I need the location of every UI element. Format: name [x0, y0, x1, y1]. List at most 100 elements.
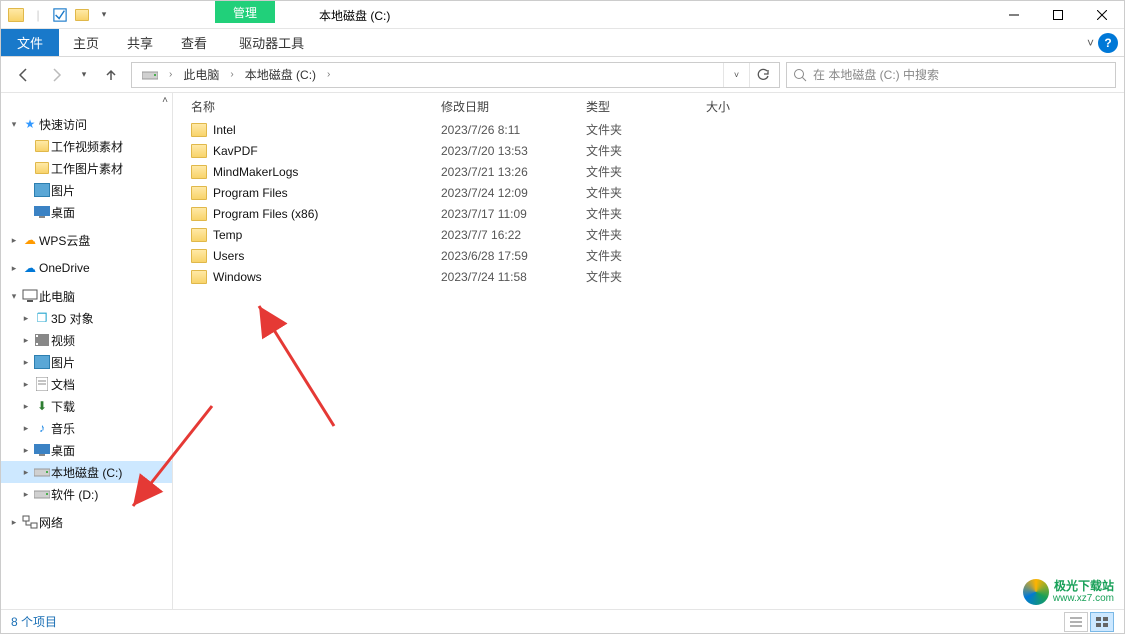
file-date: 2023/7/20 13:53 — [433, 144, 578, 158]
tree-arrow-icon[interactable]: ▸ — [19, 357, 33, 368]
file-list: 名称 修改日期 类型 大小 Intel2023/7/26 8:11文件夹 KavP… — [173, 93, 1124, 609]
sidebar-item-quick-access[interactable]: ▾★快速访问 — [1, 113, 172, 135]
close-button[interactable] — [1080, 1, 1124, 29]
address-dropdown-button[interactable]: ˅ — [723, 63, 749, 87]
chevron-right-icon[interactable]: › — [166, 69, 175, 80]
tree-arrow-icon[interactable]: ▸ — [19, 379, 33, 390]
sidebar-item-downloads[interactable]: ▸⬇下载 — [1, 395, 172, 417]
tree-arrow-icon[interactable]: ▸ — [19, 445, 33, 456]
up-button[interactable] — [97, 62, 125, 88]
sidebar-item-3d-objects[interactable]: ▸❒3D 对象 — [1, 307, 172, 329]
chevron-right-icon[interactable]: › — [227, 69, 236, 80]
view-details-button[interactable] — [1064, 612, 1088, 632]
tree-arrow-icon[interactable]: ▸ — [19, 401, 33, 412]
tree-item-icon — [33, 206, 51, 218]
tree-arrow-icon[interactable]: ▾ — [7, 291, 21, 302]
file-name: Program Files (x86) — [213, 207, 318, 221]
column-type[interactable]: 类型 — [578, 98, 698, 115]
tree-arrow-icon[interactable]: ▸ — [19, 423, 33, 434]
tree-arrow-icon[interactable]: ▸ — [7, 235, 21, 246]
sidebar-item-desktop[interactable]: 桌面 — [1, 201, 172, 223]
tree-arrow-icon[interactable]: ▸ — [19, 335, 33, 346]
table-row[interactable]: Windows2023/7/24 11:58文件夹 — [183, 266, 1124, 287]
tab-home[interactable]: 主页 — [59, 29, 113, 56]
column-name[interactable]: 名称 — [183, 98, 433, 115]
folder-icon — [191, 270, 207, 284]
tab-view[interactable]: 查看 — [167, 29, 221, 56]
table-row[interactable]: Program Files2023/7/24 12:09文件夹 — [183, 182, 1124, 203]
refresh-button[interactable] — [749, 63, 775, 87]
checkbox-icon[interactable] — [49, 4, 71, 26]
tree-arrow-icon[interactable]: ▸ — [19, 489, 33, 500]
tree-arrow-icon[interactable]: ▾ — [7, 119, 21, 130]
nav-collapse-icon[interactable]: ˄ — [162, 95, 168, 106]
file-name: MindMakerLogs — [213, 165, 298, 179]
forward-button[interactable] — [43, 62, 71, 88]
table-row[interactable]: Program Files (x86)2023/7/17 11:09文件夹 — [183, 203, 1124, 224]
breadcrumb-drive-c[interactable]: 本地磁盘 (C:) — [239, 63, 322, 87]
table-row[interactable]: MindMakerLogs2023/7/21 13:26文件夹 — [183, 161, 1124, 182]
tree-item-icon — [33, 377, 51, 391]
help-icon[interactable]: ? — [1098, 33, 1118, 53]
file-date: 2023/7/17 11:09 — [433, 207, 578, 221]
folder-icon — [191, 144, 207, 158]
tree-item-label: 快速访问 — [39, 116, 87, 133]
tree-item-icon — [33, 140, 51, 152]
sidebar-item-drive-d[interactable]: ▸软件 (D:) — [1, 483, 172, 505]
sidebar-item-work-images[interactable]: 工作图片素材 — [1, 157, 172, 179]
file-name: Intel — [213, 123, 236, 137]
tree-arrow-icon[interactable]: ▸ — [7, 263, 21, 274]
tree-arrow-icon[interactable]: ▸ — [19, 313, 33, 324]
maximize-button[interactable] — [1036, 1, 1080, 29]
window-controls — [992, 1, 1124, 29]
tree-arrow-icon[interactable]: ▸ — [7, 517, 21, 528]
tree-item-label: 音乐 — [51, 420, 75, 437]
qat-overflow-icon[interactable]: ▾ — [93, 4, 115, 26]
quick-access-toolbar: | ▾ — [1, 4, 119, 26]
tree-item-label: 文档 — [51, 376, 75, 393]
sidebar-item-this-pc[interactable]: ▾此电脑 — [1, 285, 172, 307]
tree-item-label: 3D 对象 — [51, 310, 94, 327]
sidebar-item-desktop-pc[interactable]: ▸桌面 — [1, 439, 172, 461]
tree-arrow-icon[interactable]: ▸ — [19, 467, 33, 478]
file-date: 2023/7/24 11:58 — [433, 270, 578, 284]
sidebar-item-documents[interactable]: ▸ 文档 — [1, 373, 172, 395]
sidebar-item-pictures[interactable]: 图片 — [1, 179, 172, 201]
sidebar-item-wps-cloud[interactable]: ▸☁WPS云盘 — [1, 229, 172, 251]
chevron-right-icon[interactable]: › — [324, 69, 333, 80]
ribbon-expand-icon[interactable]: ˅ — [1087, 36, 1094, 50]
body: ˄ ▾★快速访问工作视频素材工作图片素材图片桌面 ▸☁WPS云盘 ▸☁OneDriv… — [1, 93, 1124, 609]
column-date[interactable]: 修改日期 — [433, 98, 578, 115]
sidebar-item-onedrive[interactable]: ▸☁OneDrive — [1, 257, 172, 279]
tree-item-icon — [33, 467, 51, 477]
tab-drive-tools[interactable]: 驱动器工具 — [225, 29, 318, 56]
table-row[interactable]: KavPDF2023/7/20 13:53文件夹 — [183, 140, 1124, 161]
recent-locations-button[interactable]: ▾ — [77, 62, 91, 88]
sidebar-item-music[interactable]: ▸♪音乐 — [1, 417, 172, 439]
file-tab[interactable]: 文件 — [1, 29, 59, 56]
sidebar-item-work-video[interactable]: 工作视频素材 — [1, 135, 172, 157]
table-row[interactable]: Intel2023/7/26 8:11文件夹 — [183, 119, 1124, 140]
minimize-button[interactable] — [992, 1, 1036, 29]
view-large-icons-button[interactable] — [1090, 612, 1114, 632]
ribbon-context-tab[interactable]: 管理 — [215, 1, 275, 23]
sidebar-item-pictures-pc[interactable]: ▸图片 — [1, 351, 172, 373]
back-button[interactable] — [9, 62, 37, 88]
address-bar[interactable]: › 此电脑 › 本地磁盘 (C:) › ˅ — [131, 62, 780, 88]
folder-small-icon[interactable] — [71, 4, 93, 26]
address-drive-icon[interactable] — [136, 63, 164, 87]
breadcrumb-this-pc[interactable]: 此电脑 — [177, 63, 225, 87]
tree-item-label: 图片 — [51, 182, 75, 199]
tree-item-label: 网络 — [39, 514, 63, 531]
sidebar-item-drive-c[interactable]: ▸本地磁盘 (C:) — [1, 461, 172, 483]
column-size[interactable]: 大小 — [698, 98, 758, 115]
sidebar-item-network[interactable]: ▸ 网络 — [1, 511, 172, 533]
table-row[interactable]: Users2023/6/28 17:59文件夹 — [183, 245, 1124, 266]
sidebar-item-videos[interactable]: ▸视频 — [1, 329, 172, 351]
file-name: Temp — [213, 228, 242, 242]
file-name: KavPDF — [213, 144, 258, 158]
address-bar-row: ▾ › 此电脑 › 本地磁盘 (C:) › ˅ 在 本地磁盘 (C:) 中搜索 — [1, 57, 1124, 93]
search-input[interactable]: 在 本地磁盘 (C:) 中搜索 — [786, 62, 1116, 88]
tab-share[interactable]: 共享 — [113, 29, 167, 56]
table-row[interactable]: Temp2023/7/7 16:22文件夹 — [183, 224, 1124, 245]
